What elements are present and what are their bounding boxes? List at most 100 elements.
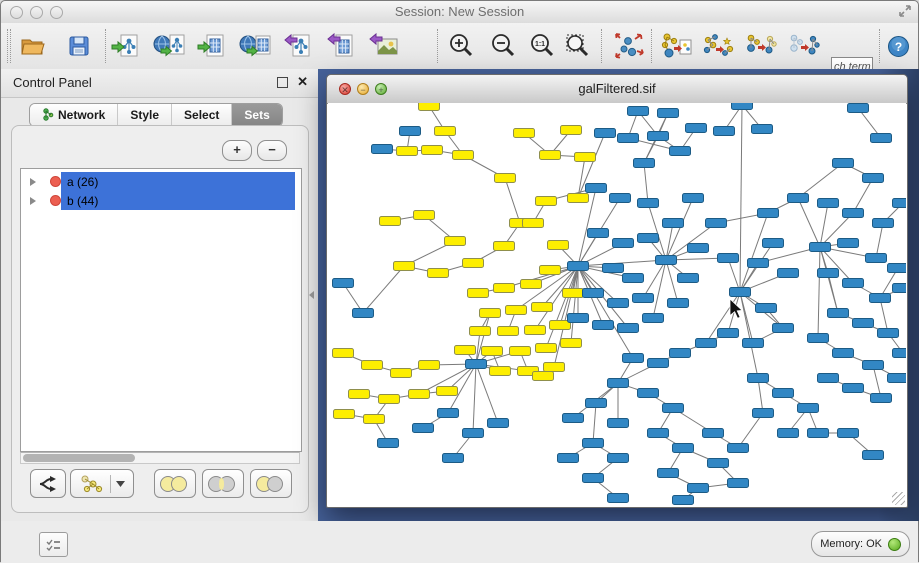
graph-node[interactable] <box>400 127 421 136</box>
graph-node[interactable] <box>748 374 769 383</box>
graph-node[interactable] <box>643 314 664 323</box>
graph-node[interactable] <box>568 262 589 271</box>
graph-node[interactable] <box>648 132 669 141</box>
graph-node[interactable] <box>708 459 729 468</box>
graph-node[interactable] <box>544 363 565 372</box>
first-neighbors-stars-button[interactable] <box>701 32 737 60</box>
graph-node[interactable] <box>608 494 629 503</box>
graph-node[interactable] <box>843 209 864 218</box>
graph-node[interactable] <box>490 367 511 376</box>
graph-node[interactable] <box>838 429 859 438</box>
graph-node[interactable] <box>364 415 385 424</box>
remove-set-button[interactable]: − <box>257 140 287 161</box>
graph-node[interactable] <box>498 327 519 336</box>
graph-node[interactable] <box>673 496 694 505</box>
add-set-button[interactable]: + <box>222 140 252 161</box>
graph-node[interactable] <box>397 147 418 156</box>
graph-node[interactable] <box>506 306 527 315</box>
graph-node[interactable] <box>494 284 515 293</box>
graph-node[interactable] <box>773 389 794 398</box>
zoom-fit-selected-button[interactable] <box>560 32 596 60</box>
graph-node[interactable] <box>575 153 596 162</box>
graph-node[interactable] <box>648 359 669 368</box>
graph-node[interactable] <box>419 103 440 111</box>
graph-node[interactable] <box>670 349 691 358</box>
graph-node[interactable] <box>728 479 749 488</box>
graph-node[interactable] <box>893 349 907 358</box>
graph-node[interactable] <box>362 361 383 370</box>
graph-node[interactable] <box>683 194 704 203</box>
graph-node[interactable] <box>743 339 764 348</box>
export-network-button[interactable] <box>280 32 316 60</box>
graph-node[interactable] <box>379 395 400 404</box>
graph-node[interactable] <box>563 414 584 423</box>
first-neighbors-doc-button[interactable] <box>658 32 694 60</box>
graph-node[interactable] <box>688 244 709 253</box>
graph-node[interactable] <box>428 269 449 278</box>
graph-node[interactable] <box>422 146 443 155</box>
graph-node[interactable] <box>334 410 355 419</box>
graph-node[interactable] <box>548 241 569 250</box>
graph-node[interactable] <box>623 274 644 283</box>
graph-node[interactable] <box>583 289 604 298</box>
graph-node[interactable] <box>558 454 579 463</box>
export-image-button[interactable] <box>366 32 402 60</box>
list-item[interactable]: b (44) <box>21 191 301 210</box>
graph-node[interactable] <box>663 404 684 413</box>
memory-status-button[interactable]: Memory: OK <box>811 531 910 557</box>
zoom-actual-size-button[interactable]: 1:1 <box>524 32 560 60</box>
graph-node[interactable] <box>748 259 769 268</box>
graph-node[interactable] <box>533 372 554 381</box>
graph-node[interactable] <box>866 254 887 263</box>
graph-node[interactable] <box>888 264 907 273</box>
expand-arrow-icon[interactable] <box>30 197 36 205</box>
graph-node[interactable] <box>663 219 684 228</box>
graph-node[interactable] <box>853 319 874 328</box>
graph-node[interactable] <box>688 484 709 493</box>
graph-node[interactable] <box>818 374 839 383</box>
import-network-url-button[interactable] <box>151 32 187 60</box>
network-graph-svg[interactable] <box>328 103 906 506</box>
graph-node[interactable] <box>863 361 884 370</box>
graph-node[interactable] <box>756 304 777 313</box>
graph-node[interactable] <box>445 237 466 246</box>
graph-node[interactable] <box>714 127 735 136</box>
graph-node[interactable] <box>608 419 629 428</box>
graph-node[interactable] <box>414 211 435 220</box>
select-from-selection-button[interactable] <box>743 32 779 60</box>
collapse-splitter-icon[interactable] <box>309 291 314 299</box>
graph-node[interactable] <box>673 444 694 453</box>
tab-style[interactable]: Style <box>117 104 171 126</box>
help-button[interactable]: ? <box>883 32 913 60</box>
graph-node[interactable] <box>696 339 717 348</box>
graph-node[interactable] <box>540 151 561 160</box>
graph-node[interactable] <box>833 349 854 358</box>
tab-select[interactable]: Select <box>171 104 231 126</box>
graph-node[interactable] <box>438 409 459 418</box>
graph-node[interactable] <box>633 294 654 303</box>
graph-node[interactable] <box>843 279 864 288</box>
graph-node[interactable] <box>871 394 892 403</box>
graph-node[interactable] <box>540 266 561 275</box>
graph-node[interactable] <box>758 209 779 218</box>
graph-node[interactable] <box>613 239 634 248</box>
graph-node[interactable] <box>603 264 624 273</box>
graph-node[interactable] <box>810 243 831 252</box>
graph-node[interactable] <box>568 314 589 323</box>
graph-node[interactable] <box>638 389 659 398</box>
graph-node[interactable] <box>463 429 484 438</box>
network-window-titlebar[interactable]: ✕ − + galFiltered.sif <box>327 75 907 104</box>
network-view-window[interactable]: ✕ − + galFiltered.sif <box>326 74 908 508</box>
graph-node[interactable] <box>718 254 739 263</box>
graph-node[interactable] <box>561 126 582 135</box>
graph-node[interactable] <box>333 349 354 358</box>
graph-node[interactable] <box>773 324 794 333</box>
graph-node[interactable] <box>668 299 689 308</box>
graph-node[interactable] <box>488 419 509 428</box>
graph-node[interactable] <box>586 184 607 193</box>
graph-node[interactable] <box>378 439 399 448</box>
graph-node[interactable] <box>470 327 491 336</box>
graph-node[interactable] <box>808 334 829 343</box>
graph-node[interactable] <box>495 174 516 183</box>
import-table-file-button[interactable] <box>194 32 230 60</box>
